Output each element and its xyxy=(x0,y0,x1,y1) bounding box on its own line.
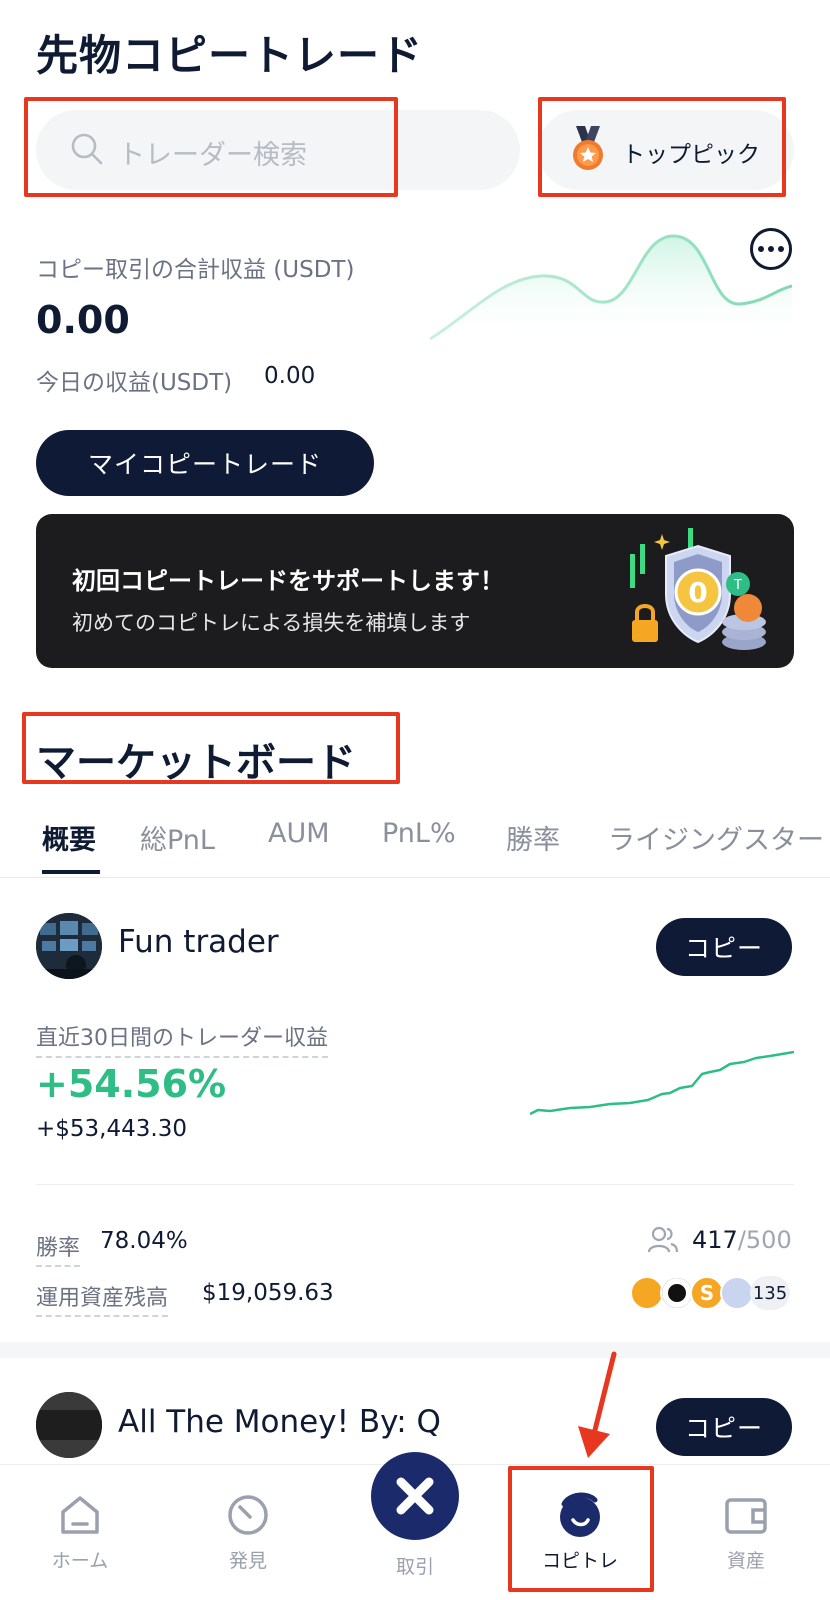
followers-icon xyxy=(648,1226,678,1253)
coin-icon xyxy=(720,1276,754,1310)
today-earnings-label: 今日の収益(USDT) xyxy=(36,370,233,396)
trader-avatar[interactable] xyxy=(36,1392,102,1458)
aum-value: $19,059.63 xyxy=(202,1280,334,1306)
followers-max: /500 xyxy=(737,1226,792,1254)
more-coins-count: 135 xyxy=(750,1276,790,1310)
svg-text:0: 0 xyxy=(688,576,707,609)
annotation-arrow xyxy=(578,1351,617,1458)
copy-button[interactable]: コピー xyxy=(656,918,792,976)
today-earnings-value: 0.00 xyxy=(264,363,316,389)
avatar-trading-desk-image xyxy=(36,913,102,979)
followers-count: 417/500 xyxy=(692,1226,792,1254)
copy-button[interactable]: コピー xyxy=(656,1398,792,1456)
nav-discover[interactable]: 発見 xyxy=(188,1490,308,1573)
pnl-30d-label: 直近30日間のトレーダー収益 xyxy=(36,1020,328,1058)
trader-name[interactable]: All The Money! By: Q xyxy=(118,1404,441,1440)
market-tabs: 概要 総PnL AUM PnL% 勝率 ライジングスター xyxy=(0,806,830,878)
nav-home[interactable]: ホーム xyxy=(20,1490,140,1573)
card-divider xyxy=(36,1184,794,1185)
nav-trade-label: 取引 xyxy=(395,1556,434,1578)
shield-coins-illustration: 0 T xyxy=(630,528,766,650)
trader-name[interactable]: Fun trader xyxy=(118,924,279,960)
tab-total-pnl[interactable]: 総PnL xyxy=(140,818,215,857)
coin-icon: S xyxy=(690,1276,724,1310)
win-rate-value: 78.04% xyxy=(100,1228,188,1254)
followers-current: 417 xyxy=(692,1226,738,1254)
dot-icon xyxy=(778,246,784,252)
pnl-amount: +$53,443.30 xyxy=(36,1116,187,1142)
wallet-icon xyxy=(725,1498,767,1534)
earnings-decoration-chart xyxy=(430,234,792,344)
active-tab-indicator xyxy=(42,870,100,874)
top-pick-highlight-box xyxy=(538,97,786,197)
avatar-logo-image xyxy=(36,1392,102,1458)
nav-copy-trade-highlight-box xyxy=(508,1466,654,1592)
win-rate-label: 勝率 xyxy=(36,1230,81,1267)
pnl-percent: +54.56% xyxy=(36,1062,227,1106)
dot-icon xyxy=(758,246,764,252)
more-options-button[interactable] xyxy=(750,228,792,270)
compass-icon xyxy=(228,1495,268,1535)
trader-avatar[interactable] xyxy=(36,913,102,979)
coin-icon xyxy=(660,1276,694,1310)
tab-aum[interactable]: AUM xyxy=(268,818,330,849)
page-title: 先物コピートレード xyxy=(36,31,424,80)
nav-home-label: ホーム xyxy=(51,1550,109,1572)
promo-title: 初回コピートレードをサポートします！ xyxy=(72,567,504,595)
tab-win-rate[interactable]: 勝率 xyxy=(506,818,560,857)
aum-label: 運用資産残高 xyxy=(36,1280,169,1317)
card-separator xyxy=(0,1342,830,1358)
nav-assets-label: 資産 xyxy=(726,1550,765,1572)
trade-x-icon xyxy=(396,1477,434,1515)
total-earnings-label: コピー取引の合計収益 (USDT) xyxy=(36,257,355,283)
nav-discover-label: 発見 xyxy=(228,1550,267,1572)
promo-subtitle: 初めてのコピトレによる損失を補填します xyxy=(72,611,471,635)
search-highlight-box xyxy=(24,97,398,197)
market-board-highlight-box xyxy=(22,712,400,784)
dot-icon xyxy=(768,246,774,252)
home-icon xyxy=(61,1496,99,1534)
coin-icon xyxy=(630,1276,664,1310)
total-earnings-value: 0.00 xyxy=(36,298,130,342)
my-copy-trade-button[interactable]: マイコピートレード xyxy=(36,430,374,496)
tab-pnl-percent[interactable]: PnL% xyxy=(382,818,456,849)
nav-trade-button[interactable] xyxy=(371,1452,459,1540)
tab-overview[interactable]: 概要 xyxy=(42,818,96,857)
svg-text:T: T xyxy=(733,578,742,593)
nav-assets[interactable]: 資産 xyxy=(686,1490,806,1573)
trader-pnl-sparkline xyxy=(530,1050,794,1116)
tab-rising-star[interactable]: ライジングスター xyxy=(608,818,824,857)
